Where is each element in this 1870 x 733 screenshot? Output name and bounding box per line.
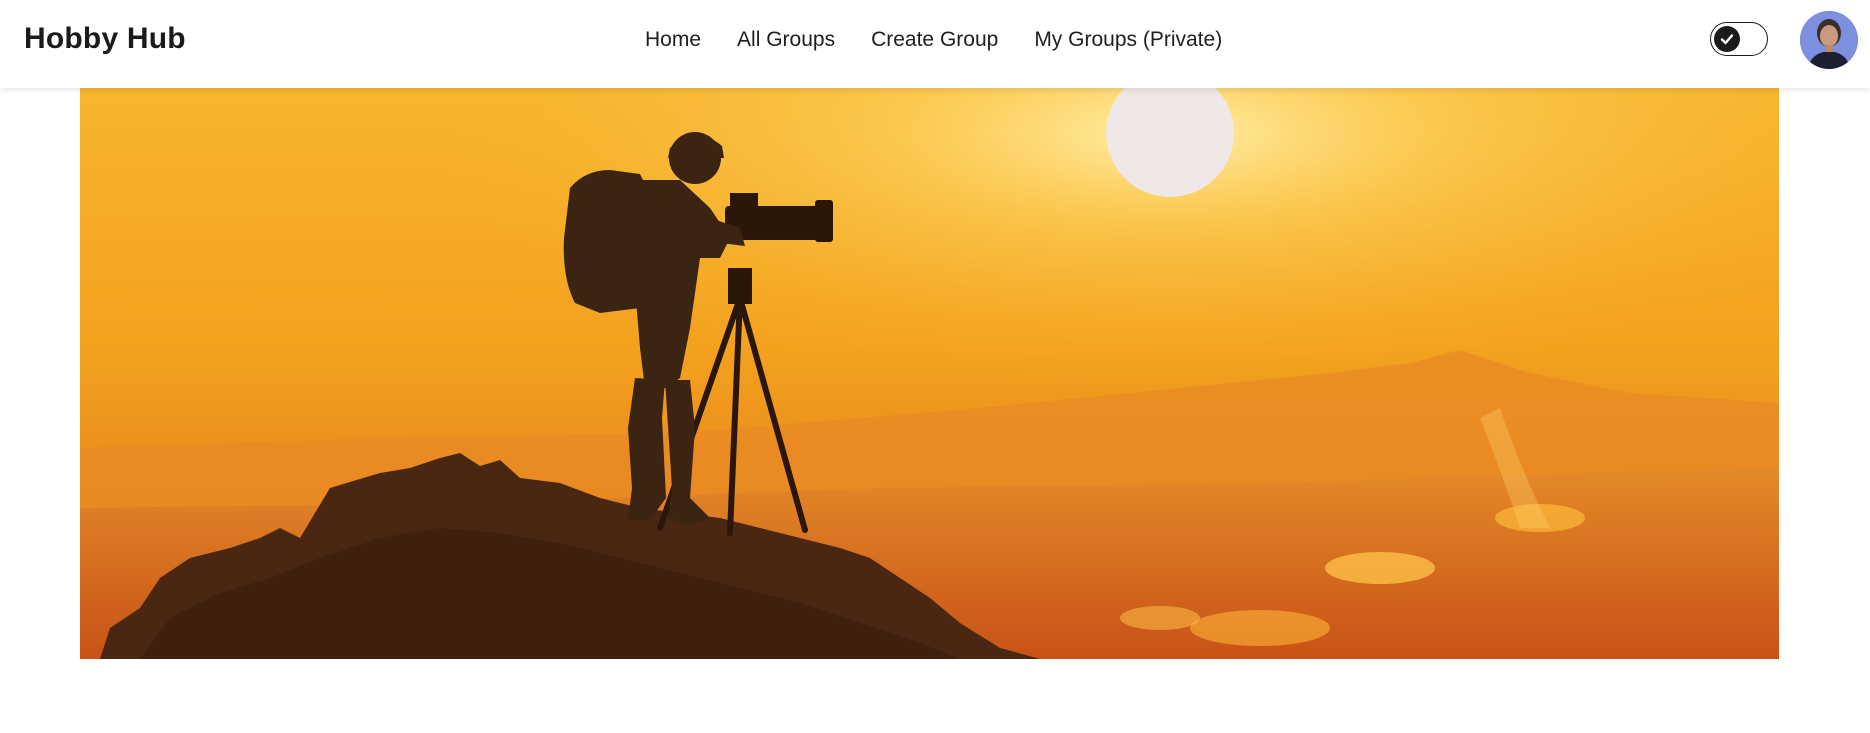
hero-image xyxy=(80,88,1779,659)
hero-banner xyxy=(80,88,1779,659)
nav-link-create-group[interactable]: Create Group xyxy=(871,28,998,52)
main-nav: Home All Groups Create Group My Groups (… xyxy=(645,28,1222,52)
check-icon xyxy=(1720,34,1734,45)
nav-link-my-groups[interactable]: My Groups (Private) xyxy=(1034,28,1222,52)
theme-toggle[interactable] xyxy=(1710,22,1768,56)
brand-logo[interactable]: Hobby Hub xyxy=(24,22,186,56)
nav-link-home[interactable]: Home xyxy=(645,28,701,52)
avatar-portrait xyxy=(1800,11,1858,69)
user-avatar[interactable] xyxy=(1800,11,1858,69)
toggle-knob xyxy=(1714,26,1740,52)
nav-link-all-groups[interactable]: All Groups xyxy=(737,28,835,52)
navbar: Hobby Hub Home All Groups Create Group M… xyxy=(0,0,1870,88)
